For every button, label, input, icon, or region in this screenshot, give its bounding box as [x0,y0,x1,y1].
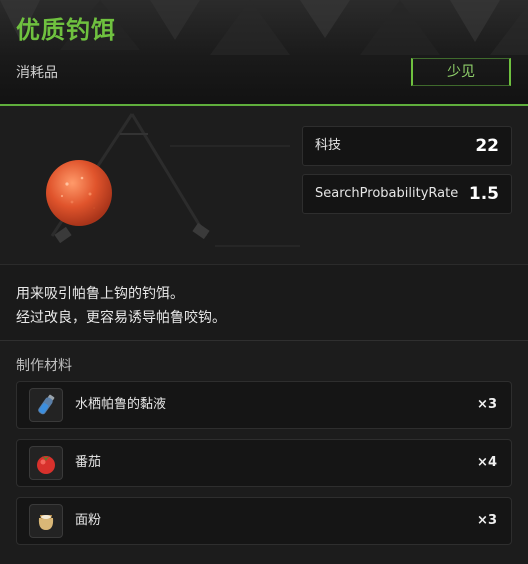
stat-search-probability-rate: SearchProbabilityRate 1.5 [302,174,512,214]
bait-ball-image [46,160,112,226]
item-description: 用来吸引帕鲁上钩的钓饵。 经过改良，更容易诱导帕鲁咬钩。 [0,265,528,341]
item-category: 消耗品 [16,65,58,81]
stat-technology: 科技 22 [302,126,512,166]
flour-sack-icon [29,504,63,538]
item-header: 优质钓饵 消耗品 少见 [0,0,528,106]
material-quantity: ×3 [477,397,497,412]
stat-label: 科技 [315,138,342,153]
material-name: 水栖帕鲁的黏液 [75,397,167,412]
stat-value: 1.5 [468,184,499,204]
description-line: 经过改良，更容易诱导帕鲁咬钩。 [16,310,226,326]
materials-section: 制作材料 水栖帕鲁的黏液 ×3 番茄 ×4 面粉 ×3 [0,341,528,545]
description-line: 用来吸引帕鲁上钩的钓饵。 [16,286,184,302]
material-quantity: ×4 [477,455,497,470]
stat-label: SearchProbabilityRate [315,186,459,201]
stat-value: 22 [475,136,499,156]
item-title: 优质钓饵 [16,16,116,44]
tomato-icon [29,446,63,480]
stats-area: 科技 22 SearchProbabilityRate 1.5 [0,106,528,265]
material-name: 番茄 [75,455,102,470]
material-row: 面粉 ×3 [16,497,512,545]
rarity-badge: 少见 [411,58,511,86]
material-quantity: ×3 [477,513,497,528]
material-row: 水栖帕鲁的黏液 ×3 [16,381,512,429]
vial-icon [29,388,63,422]
material-row: 番茄 ×4 [16,439,512,487]
material-name: 面粉 [75,513,102,528]
item-detail-card: 优质钓饵 消耗品 少见 科技 22 SearchProbabilityRate … [0,0,528,564]
materials-header: 制作材料 [16,358,72,374]
